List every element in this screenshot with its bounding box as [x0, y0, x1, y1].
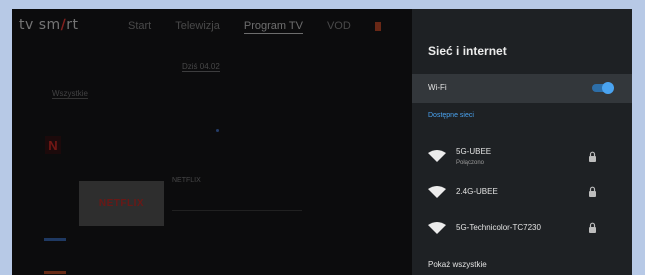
nav-item-program-tv[interactable]: Program TV: [243, 20, 303, 34]
nav-item-vod[interactable]: VOD: [327, 20, 351, 34]
tv-smart-logo: tv sm∕rt: [19, 17, 79, 33]
program-tile-label: NETFLIX: [98, 198, 145, 209]
nav-item-telewizja[interactable]: Telewizja: [175, 20, 220, 34]
nav-item-start[interactable]: Start: [128, 20, 151, 34]
available-networks-label: Dostępne sieci: [428, 112, 474, 119]
program-line: [172, 210, 302, 211]
lock-icon: [589, 151, 596, 162]
network-name: 5G-Technicolor-TC7230: [456, 223, 541, 232]
tv-app-background: tv sm∕rt Start Telewizja Program TV VOD …: [12, 9, 412, 275]
network-name: 5G-UBEE: [456, 147, 492, 156]
panel-title: Sieć i internet: [428, 44, 507, 58]
network-name: 2.4G-UBEE: [456, 187, 498, 196]
program-tile[interactable]: NETFLIX: [79, 181, 164, 226]
nav-indicator: [374, 22, 381, 31]
network-item[interactable]: 5G-UBEE Połączono: [412, 139, 632, 173]
show-all-networks-button[interactable]: Pokaż wszystkie: [428, 260, 487, 269]
toggle-knob: [602, 82, 614, 94]
network-item[interactable]: 2.4G-UBEE: [412, 183, 632, 217]
top-nav: Start Telewizja Program TV VOD: [128, 20, 381, 34]
wifi-icon: [428, 222, 446, 234]
wifi-toggle-row[interactable]: Wi-Fi: [412, 74, 632, 103]
lock-icon: [589, 222, 596, 233]
wifi-icon: [428, 186, 446, 198]
wifi-toggle[interactable]: [592, 82, 614, 94]
channel-row-marker: [44, 238, 66, 241]
focus-dot: [216, 129, 219, 132]
program-title: NETFLIX: [172, 177, 201, 184]
wifi-icon: [428, 150, 446, 162]
tv-screen: tv sm∕rt Start Telewizja Program TV VOD …: [12, 9, 632, 275]
lock-icon: [589, 186, 596, 197]
date-chip[interactable]: Dziś 04.02: [182, 62, 220, 72]
channel-row-marker: [44, 271, 66, 274]
filter-label[interactable]: Wszystkie: [52, 89, 88, 99]
channel-logo[interactable]: N: [45, 136, 61, 154]
wifi-label: Wi-Fi: [428, 83, 447, 92]
network-settings-panel: Sieć i internet Wi-Fi Dostępne sieci 5G-…: [412, 9, 632, 275]
network-status: Połączono: [456, 160, 485, 166]
network-item[interactable]: 5G-Technicolor-TC7230: [412, 219, 632, 253]
